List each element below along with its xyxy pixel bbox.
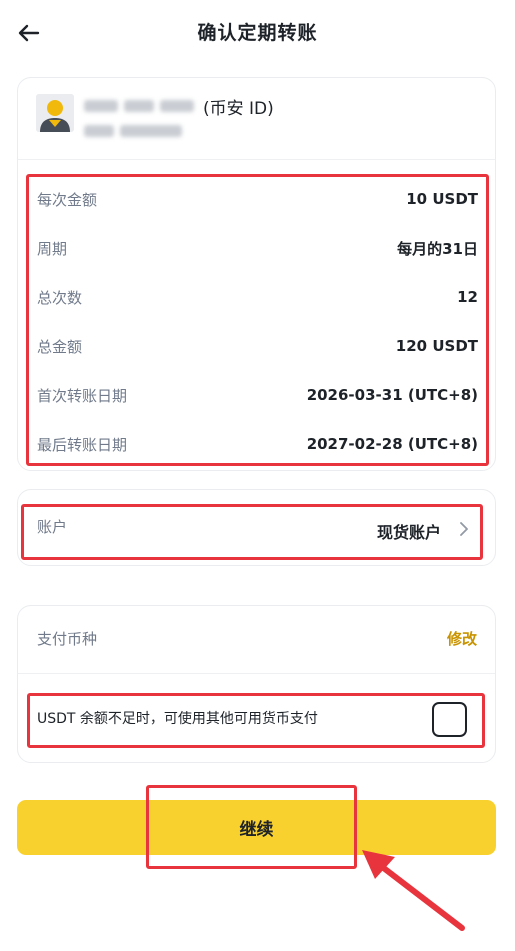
fallback-payment-checkbox[interactable] <box>432 702 467 737</box>
recipient-name: (币安 ID) <box>84 94 274 119</box>
user-avatar-icon <box>36 94 74 132</box>
chevron-right-icon <box>460 522 468 536</box>
detail-row-first-date: 首次转账日期 2026-03-31 (UTC+8) <box>37 377 478 413</box>
detail-label: 每次金额 <box>37 190 98 209</box>
detail-label: 总金额 <box>37 337 83 356</box>
transfer-details-card: (币安 ID) 每次金额 10 USDT 周期 每月的31日 总次数 12 总金… <box>17 77 496 471</box>
detail-row-total: 总金额 120 USDT <box>37 328 478 364</box>
detail-value: 10 USDT <box>406 190 478 208</box>
page-title: 确认定期转账 <box>197 22 318 44</box>
header: 确认定期转账 <box>0 0 515 64</box>
account-label: 账户 <box>37 518 68 536</box>
detail-value: 每月的31日 <box>397 239 478 258</box>
detail-value: 2026-03-31 (UTC+8) <box>306 386 478 404</box>
detail-value: 2027-02-28 (UTC+8) <box>306 435 478 453</box>
recipient-section: (币安 ID) <box>18 78 495 160</box>
edit-payment-link[interactable]: 修改 <box>447 628 477 649</box>
divider <box>18 673 495 674</box>
detail-label: 首次转账日期 <box>37 386 128 405</box>
detail-label: 周期 <box>37 239 68 258</box>
payment-currency-card: 支付币种 修改 USDT 余额不足时，可使用其他可用货币支付 <box>17 605 496 763</box>
account-value: 现货账户 <box>376 523 441 542</box>
detail-value: 120 USDT <box>395 337 478 355</box>
detail-value: 12 <box>457 288 478 306</box>
recipient-id <box>84 125 188 137</box>
detail-row-period: 周期 每月的31日 <box>37 230 478 266</box>
annotation-arrow-icon <box>362 850 465 931</box>
account-selector[interactable]: 账户 现货账户 <box>17 489 496 566</box>
payment-currency-label: 支付币种 <box>37 630 98 648</box>
recipient-id-type: (币安 ID) <box>203 98 274 119</box>
fallback-payment-text: USDT 余额不足时，可使用其他可用货币支付 <box>37 711 318 727</box>
detail-label: 总次数 <box>37 288 83 307</box>
detail-label: 最后转账日期 <box>37 435 128 454</box>
detail-row-count: 总次数 12 <box>37 279 478 315</box>
detail-row-last-date: 最后转账日期 2027-02-28 (UTC+8) <box>37 426 478 462</box>
detail-row-amount: 每次金额 10 USDT <box>37 181 478 217</box>
